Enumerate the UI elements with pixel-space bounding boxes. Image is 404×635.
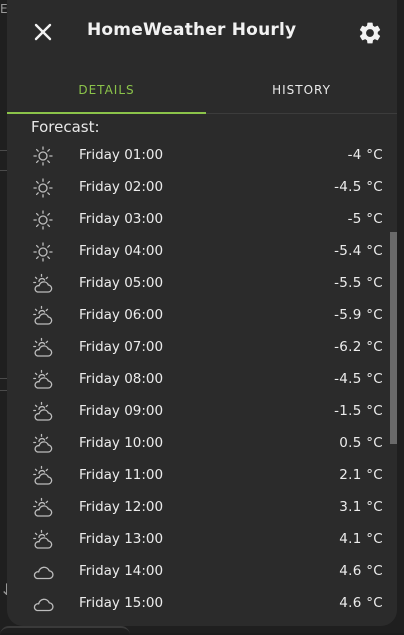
partly-cloudy-icon	[31, 368, 55, 392]
forecast-row: Friday 03:00 -5 °C	[7, 204, 397, 236]
forecast-row: Friday 09:00 -1.5 °C	[7, 396, 397, 428]
tab-history[interactable]: HISTORY	[206, 66, 397, 113]
background-card-edge	[0, 626, 130, 635]
forecast-time: Friday 04:00	[79, 243, 164, 259]
forecast-list[interactable]: Forecast: Friday 01:00 -4 °C Friday 02:00…	[7, 114, 397, 626]
forecast-row: Friday 02:00 -4.5 °C	[7, 172, 397, 204]
forecast-row: Friday 12:00 3.1 °C	[7, 492, 397, 524]
forecast-time: Friday 10:00	[79, 435, 164, 451]
forecast-time: Friday 12:00	[79, 499, 164, 515]
forecast-row: Friday 08:00 -4.5 °C	[7, 364, 397, 396]
tab-bar: DETAILS HISTORY	[7, 66, 397, 114]
forecast-temperature: -4.5 °C	[334, 371, 383, 387]
forecast-row: Friday 06:00 -5.9 °C	[7, 300, 397, 332]
settings-button[interactable]	[357, 20, 383, 46]
forecast-temperature: -4 °C	[347, 147, 383, 163]
forecast-time: Friday 02:00	[79, 179, 164, 195]
forecast-temperature: -1.5 °C	[334, 403, 383, 419]
forecast-temperature: -5.5 °C	[334, 275, 383, 291]
forecast-temperature: 2.1 °C	[339, 467, 383, 483]
forecast-temperature: -5.4 °C	[334, 243, 383, 259]
forecast-row: Friday 14:00 4.6 °C	[7, 556, 397, 588]
partly-cloudy-icon	[31, 464, 55, 488]
scrollbar-thumb[interactable]	[390, 232, 397, 444]
forecast-time: Friday 14:00	[79, 563, 164, 579]
forecast-time: Friday 01:00	[79, 147, 164, 163]
forecast-time: Friday 15:00	[79, 595, 164, 611]
partly-cloudy-icon	[31, 528, 55, 552]
forecast-row: Friday 04:00 -5.4 °C	[7, 236, 397, 268]
dialog-title: HomeWeather Hourly	[87, 20, 297, 40]
cloudy-icon	[31, 560, 55, 584]
gear-icon	[359, 22, 381, 44]
tab-details[interactable]: DETAILS	[7, 66, 206, 113]
dialog-header: HomeWeather Hourly	[7, 0, 397, 66]
forecast-temperature: 4.6 °C	[339, 595, 383, 611]
forecast-row: Friday 11:00 2.1 °C	[7, 460, 397, 492]
forecast-time: Friday 09:00	[79, 403, 164, 419]
partly-cloudy-icon	[31, 304, 55, 328]
clear-night-icon	[31, 208, 55, 232]
forecast-temperature: -5.9 °C	[334, 307, 383, 323]
clear-night-icon	[31, 144, 55, 168]
forecast-temperature: -4.5 °C	[334, 179, 383, 195]
forecast-row: Friday 10:00 0.5 °C	[7, 428, 397, 460]
forecast-temperature: -6.2 °C	[334, 339, 383, 355]
forecast-time: Friday 07:00	[79, 339, 164, 355]
forecast-heading: Forecast:	[31, 118, 100, 136]
clear-night-icon	[31, 240, 55, 264]
forecast-time: Friday 06:00	[79, 307, 164, 323]
forecast-temperature: 3.1 °C	[339, 499, 383, 515]
forecast-row: Friday 07:00 -6.2 °C	[7, 332, 397, 364]
clear-night-icon	[31, 176, 55, 200]
forecast-row: Friday 05:00 -5.5 °C	[7, 268, 397, 300]
close-button[interactable]	[29, 18, 57, 46]
cloudy-icon	[31, 592, 55, 616]
weather-dialog: HomeWeather Hourly DETAILS HISTORY Forec…	[7, 0, 397, 626]
partly-cloudy-icon	[31, 400, 55, 424]
forecast-row: Friday 15:00 4.6 °C	[7, 588, 397, 620]
forecast-time: Friday 13:00	[79, 531, 164, 547]
forecast-time: Friday 03:00	[79, 211, 164, 227]
partly-cloudy-icon	[31, 336, 55, 360]
forecast-temperature: 4.6 °C	[339, 563, 383, 579]
partly-cloudy-icon	[31, 432, 55, 456]
forecast-time: Friday 11:00	[79, 467, 164, 483]
forecast-row: Friday 01:00 -4 °C	[7, 140, 397, 172]
forecast-temperature: 0.5 °C	[339, 435, 383, 451]
partly-cloudy-icon	[31, 496, 55, 520]
forecast-row: Friday 13:00 4.1 °C	[7, 524, 397, 556]
forecast-temperature: -5 °C	[347, 211, 383, 227]
close-icon	[34, 23, 52, 41]
partly-cloudy-icon	[31, 272, 55, 296]
forecast-time: Friday 05:00	[79, 275, 164, 291]
forecast-time: Friday 08:00	[79, 371, 164, 387]
forecast-temperature: 4.1 °C	[339, 531, 383, 547]
